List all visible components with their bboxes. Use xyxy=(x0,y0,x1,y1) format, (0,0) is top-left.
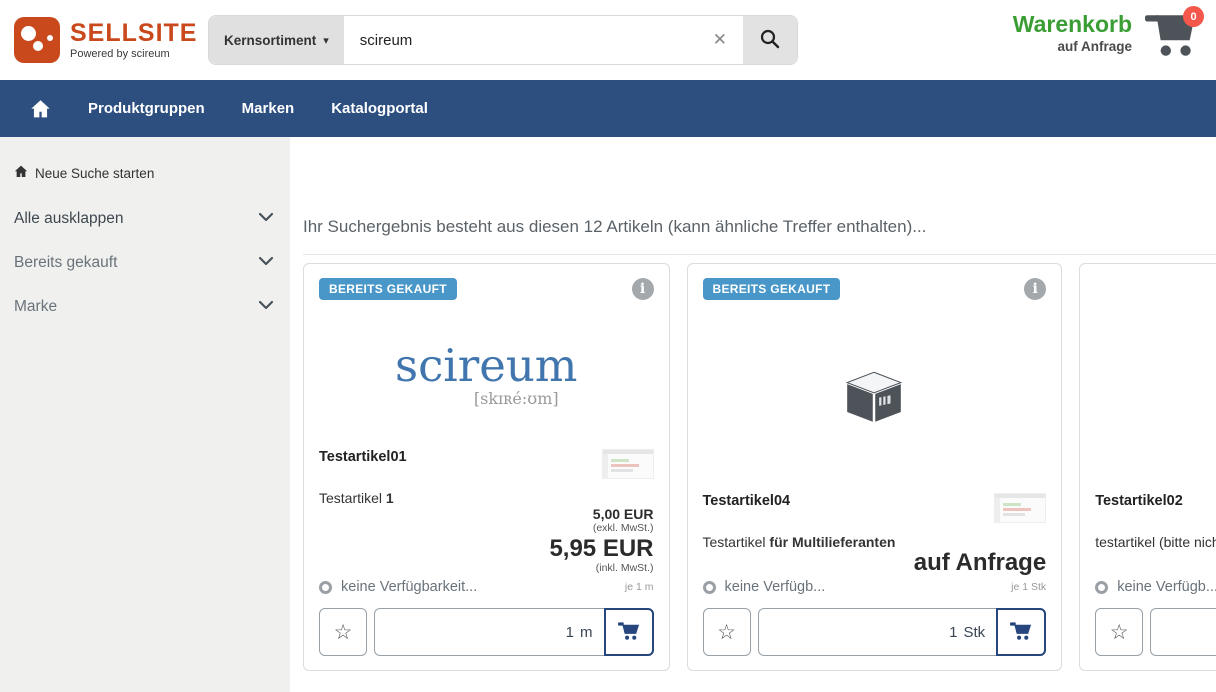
info-icon[interactable]: i xyxy=(632,278,654,300)
search-bar: Kernsortiment ▾ ✕ xyxy=(208,15,798,65)
price-block: auf Anfrage xyxy=(703,550,1047,576)
nav-item-produktgruppen[interactable]: Produktgruppen xyxy=(88,100,205,117)
product-thumbnail[interactable] xyxy=(602,449,654,479)
product-title[interactable]: Testartikel04 xyxy=(703,493,791,509)
availability-status-icon xyxy=(319,581,332,594)
per-unit-label: je 1 Stk xyxy=(1011,581,1046,593)
purchased-badge: BEREITS GEKAUFT xyxy=(319,278,457,300)
purchased-badge: BEREITS GEKAUFT xyxy=(703,278,841,300)
star-icon: ☆ xyxy=(334,620,353,645)
quantity-unit: m xyxy=(580,609,605,655)
sidebar-facet-label: Marke xyxy=(14,298,57,316)
search-scope-dropdown[interactable]: Kernsortiment ▾ xyxy=(209,16,344,64)
availability-text: keine Verfügb... xyxy=(1117,579,1216,595)
home-icon xyxy=(14,165,28,181)
availability-text: keine Verfügbarkeit... xyxy=(341,579,477,595)
search-icon xyxy=(759,28,781,53)
product-card: BEREITS GEKAUFT i Testartikel04 xyxy=(687,263,1063,671)
product-description: Testartikel 1 xyxy=(319,490,654,506)
chevron-down-icon xyxy=(258,298,274,316)
price-net: 5,00 EUR xyxy=(319,506,654,522)
quantity-input[interactable] xyxy=(375,609,580,655)
cart-sublabel: auf Anfrage xyxy=(1057,39,1132,54)
product-description: Testartikel für Multilieferanten xyxy=(703,534,1047,550)
cart-icon xyxy=(618,621,640,644)
results-toolbar: Artikel | ▾ Raster | ▾ xyxy=(303,159,1216,195)
sidebar-facet-marke[interactable]: Marke xyxy=(14,298,276,316)
sidebar-facet-label: Bereits gekauft xyxy=(14,254,117,272)
favorite-button[interactable]: ☆ xyxy=(1095,608,1143,656)
price-on-request: auf Anfrage xyxy=(703,550,1047,576)
cart-count-badge: 0 xyxy=(1183,6,1204,27)
price-gross-note: (inkl. MwSt.) xyxy=(319,562,654,576)
quantity-input[interactable] xyxy=(1151,609,1216,655)
add-to-cart-button[interactable] xyxy=(604,608,654,656)
sidebar-facet-bereits-gekauft[interactable]: Bereits gekauft xyxy=(14,254,276,272)
divider xyxy=(303,254,1216,255)
product-thumbnail[interactable] xyxy=(994,493,1046,523)
cart-icon[interactable] xyxy=(1144,45,1198,62)
main-content: Artikel | ▾ Raster | ▾ Ihr Suchergebnis … xyxy=(290,137,1216,692)
product-description: testartikel (bitte nicht loeschen) xyxy=(1095,534,1216,550)
search-input[interactable] xyxy=(344,32,697,49)
search-scope-label: Kernsortiment xyxy=(224,33,316,48)
clear-search-icon[interactable]: ✕ xyxy=(697,30,743,50)
sidebar-expand-all[interactable]: Alle ausklappen xyxy=(14,210,276,228)
availability-indicator: keine Verfügb... xyxy=(703,579,826,595)
sidebar: Neue Suche starten Alle ausklappen Berei… xyxy=(0,137,290,692)
nav-item-marken[interactable]: Marken xyxy=(242,100,295,117)
results-summary: Ihr Suchergebnis besteht aus diesen 12 A… xyxy=(303,217,1216,237)
availability-text: keine Verfügb... xyxy=(725,579,826,595)
sellsite-logo-icon xyxy=(14,17,60,63)
product-grid: BEREITS GEKAUFT i scireum [skɪʀé:ʊm] Tes… xyxy=(303,263,1216,671)
availability-indicator: keine Verfügb... xyxy=(1095,579,1216,595)
brand-name: SELLSITE xyxy=(70,21,197,46)
price-net-note: (exkl. MwSt.) xyxy=(319,522,654,536)
per-unit-label: je 1 m xyxy=(625,581,654,593)
cart-area[interactable]: Warenkorb auf Anfrage 0 xyxy=(1013,10,1198,62)
availability-indicator: keine Verfügbarkeit... xyxy=(319,579,477,595)
quantity-group: Stk xyxy=(758,608,1047,656)
availability-status-icon xyxy=(703,581,716,594)
quantity-group: m xyxy=(374,608,654,656)
price-on-request: auf Anfrage xyxy=(1095,550,1216,576)
nav-item-katalogportal[interactable]: Katalogportal xyxy=(331,100,428,117)
star-icon: ☆ xyxy=(1110,620,1129,645)
price-block: auf Anfrage xyxy=(1095,550,1216,576)
package-icon[interactable] xyxy=(703,302,1047,493)
package-icon[interactable] xyxy=(1095,302,1216,493)
quantity-unit: Stk xyxy=(964,609,998,655)
sidebar-new-search-label: Neue Suche starten xyxy=(35,166,154,181)
product-image-scireum-logo[interactable]: scireum [skɪʀé:ʊm] xyxy=(319,302,654,449)
favorite-button[interactable]: ☆ xyxy=(319,608,367,656)
quantity-group: m xyxy=(1150,608,1216,656)
product-card: BEREITS GEKAUFT i scireum [skɪʀé:ʊm] Tes… xyxy=(303,263,670,671)
scireum-logo-text: scireum xyxy=(395,343,577,388)
star-icon: ☆ xyxy=(717,620,736,645)
favorite-button[interactable]: ☆ xyxy=(703,608,751,656)
price-gross: 5,95 EUR xyxy=(319,536,654,562)
chevron-down-icon xyxy=(258,254,274,272)
quantity-input[interactable] xyxy=(759,609,964,655)
sidebar-new-search[interactable]: Neue Suche starten xyxy=(14,165,276,181)
header: SELLSITE Powered by scireum Kernsortimen… xyxy=(0,0,1216,80)
caret-down-icon: ▾ xyxy=(323,34,329,47)
logo[interactable]: SELLSITE Powered by scireum xyxy=(14,17,200,63)
cart-icon xyxy=(1010,621,1032,644)
product-title[interactable]: Testartikel02 xyxy=(1095,493,1183,509)
chevron-down-icon xyxy=(258,210,274,228)
main-nav: Produktgruppen Marken Katalogportal xyxy=(0,80,1216,137)
product-title[interactable]: Testartikel01 xyxy=(319,449,407,465)
search-button[interactable] xyxy=(743,16,797,64)
info-icon[interactable]: i xyxy=(1024,278,1046,300)
sidebar-expand-all-label: Alle ausklappen xyxy=(14,210,123,228)
nav-home-icon[interactable] xyxy=(30,99,51,119)
brand-tagline: Powered by scireum xyxy=(70,48,197,60)
cart-label: Warenkorb xyxy=(1013,12,1132,37)
price-block: 5,00 EUR (exkl. MwSt.) 5,95 EUR (inkl. M… xyxy=(319,506,654,576)
product-card: i Testartikel02 xyxy=(1079,263,1216,671)
add-to-cart-button[interactable] xyxy=(996,608,1046,656)
availability-status-icon xyxy=(1095,581,1108,594)
